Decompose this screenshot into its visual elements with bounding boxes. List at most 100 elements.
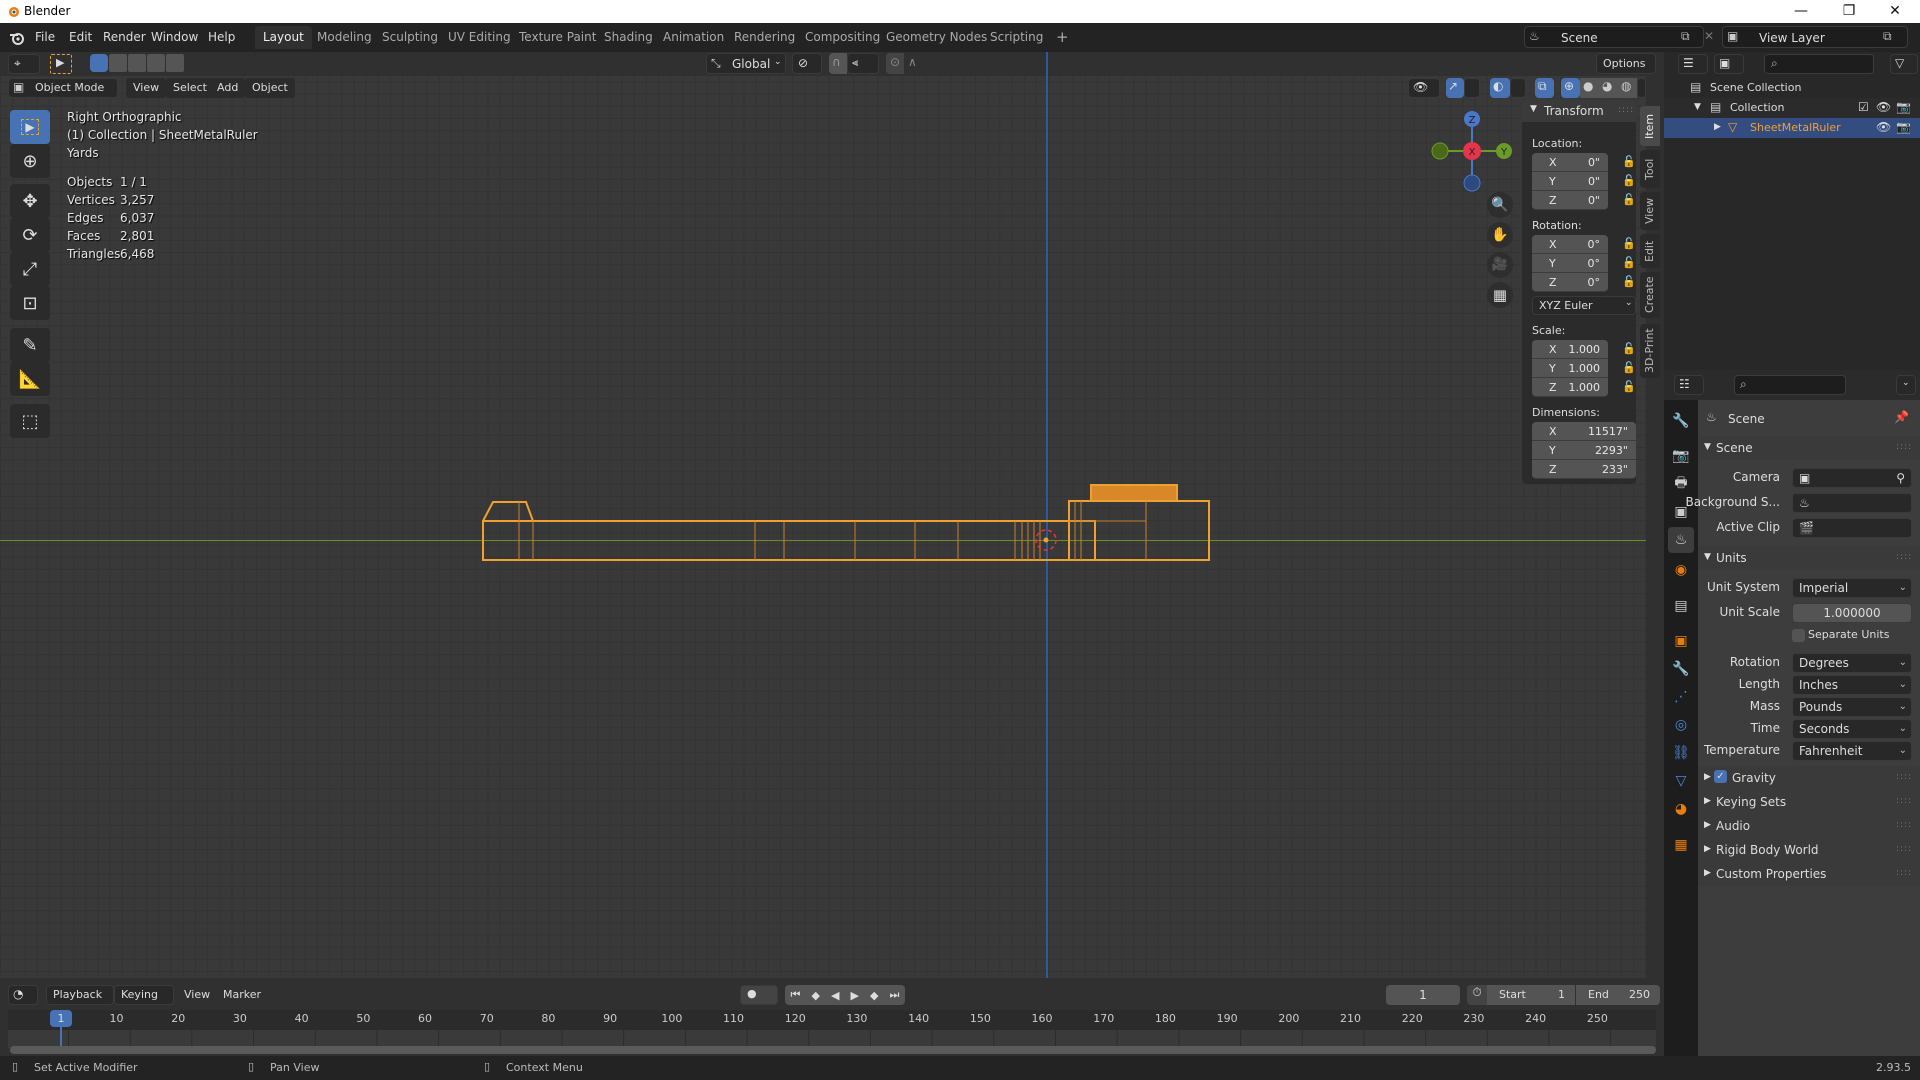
tab-animation[interactable]: Animation: [655, 26, 732, 49]
outliner-row-collection[interactable]: ▼ ▤ Collection ☑ 👁 📷: [1664, 98, 1920, 118]
editor-type-button[interactable]: ⌖: [8, 54, 40, 74]
playhead-frame-indicator[interactable]: 1: [50, 1010, 72, 1027]
sidebar-tab-3d-print[interactable]: 3D-Print: [1640, 324, 1660, 378]
exclude-checkbox[interactable]: ☑: [1858, 100, 1869, 114]
visibility-dropdown[interactable]: 👁: [1408, 78, 1440, 98]
sheet-metal-ruler-object[interactable]: [470, 470, 1230, 570]
scale-z-field[interactable]: Z 1.000: [1532, 378, 1608, 397]
snap-toggle[interactable]: ∩: [829, 53, 847, 74]
sidebar-tab-create[interactable]: Create: [1640, 272, 1660, 318]
lock-scale-z-icon[interactable]: 🔓: [1622, 380, 1636, 393]
camera-view-button[interactable]: 🎥: [1487, 252, 1513, 278]
delete-scene-icon[interactable]: ✕: [1704, 29, 1714, 43]
dimensions-x-field[interactable]: X 11517": [1532, 422, 1636, 441]
viewport-menu-object[interactable]: Object: [245, 78, 295, 98]
rotation-y-field[interactable]: Y 0°: [1532, 254, 1608, 273]
gravity-panel-header[interactable]: ▶ ✓ Gravity ::::: [1698, 766, 1920, 790]
audio-panel-header[interactable]: ▶ Audio ::::: [1698, 814, 1920, 838]
rotation-x-field[interactable]: X 0°: [1532, 235, 1608, 254]
tool-transform[interactable]: ⊡: [10, 286, 50, 320]
close-button[interactable]: ✕: [1872, 0, 1918, 23]
end-frame-field[interactable]: End 250: [1576, 985, 1660, 1005]
outliner-display-mode-button[interactable]: ☰: [1678, 54, 1708, 74]
menu-window[interactable]: Window: [144, 27, 205, 47]
keying-menu[interactable]: Keying: [114, 985, 174, 1005]
dimensions-y-field[interactable]: Y 2293": [1532, 441, 1636, 460]
drag-handle-icon[interactable]: ::::: [1896, 868, 1912, 878]
tab-texture-paint[interactable]: Texture Paint: [511, 26, 604, 49]
proportional-edit-toggle[interactable]: ⊙: [886, 53, 904, 74]
timeline-menu-view[interactable]: View: [177, 985, 217, 1005]
mode-dropdown[interactable]: ▣ Object Mode: [8, 78, 118, 98]
tab-material-properties[interactable]: ◕: [1668, 796, 1694, 822]
scene-selector[interactable]: ♨ Scene ⧉: [1524, 26, 1704, 48]
outliner-filter-layer-button[interactable]: ▣: [1714, 54, 1744, 74]
properties-options-dropdown[interactable]: ⌄: [1896, 375, 1916, 395]
xray-toggle[interactable]: ⧉: [1535, 78, 1554, 98]
zoom-view-button[interactable]: 🔍: [1487, 192, 1513, 218]
rotation-mode-dropdown[interactable]: XYZ Euler ⌄: [1532, 296, 1636, 315]
lock-rotation-y-icon[interactable]: 🔓: [1622, 256, 1636, 269]
timeline-scrollbar[interactable]: [10, 1046, 1656, 1054]
location-z-field[interactable]: Z 0": [1532, 191, 1608, 210]
pan-view-button[interactable]: ✋: [1487, 222, 1513, 248]
mass-dropdown[interactable]: Pounds ⌄: [1792, 697, 1912, 717]
tool-select-box[interactable]: ▶: [10, 110, 50, 144]
menu-help[interactable]: Help: [201, 27, 242, 47]
lock-scale-y-icon[interactable]: 🔓: [1622, 361, 1636, 374]
render-camera-icon[interactable]: 📷: [1896, 120, 1911, 134]
tool-measure[interactable]: 📐: [10, 362, 50, 396]
tab-layout[interactable]: Layout: [255, 26, 312, 49]
shading-rendered-button[interactable]: ◍: [1618, 78, 1637, 98]
tool-add-cube[interactable]: ⬚: [10, 404, 50, 438]
drag-handle-icon[interactable]: ::::: [1896, 772, 1912, 782]
eye-icon[interactable]: 👁: [1876, 100, 1891, 114]
transform-orientation-dropdown[interactable]: ⤡ Global ⌄: [706, 53, 786, 74]
tab-shading[interactable]: Shading: [596, 26, 661, 49]
select-mode-invert-button[interactable]: [147, 54, 165, 72]
select-tool-button[interactable]: ▶: [50, 54, 72, 74]
outliner-row-sheetmetalruler[interactable]: ▶ ▽ SheetMetalRuler 👁 📷: [1664, 118, 1920, 138]
length-dropdown[interactable]: Inches ⌄: [1792, 675, 1912, 695]
time-dropdown[interactable]: Seconds ⌄: [1792, 719, 1912, 739]
tab-modeling[interactable]: Modeling: [309, 26, 380, 49]
shading-wireframe-button[interactable]: ⊕: [1561, 78, 1580, 98]
tool-cursor[interactable]: ⊕: [10, 144, 50, 178]
lock-location-x-icon[interactable]: 🔓: [1622, 155, 1636, 168]
keying-sets-panel-header[interactable]: ▶ Keying Sets ::::: [1698, 790, 1920, 814]
lock-rotation-x-icon[interactable]: 🔓: [1622, 237, 1636, 250]
drag-handle-icon[interactable]: ::::: [1896, 442, 1912, 452]
tab-texture-properties[interactable]: ▦: [1668, 832, 1694, 858]
properties-search-input[interactable]: ⌕: [1734, 375, 1846, 395]
eye-icon[interactable]: 👁: [1876, 120, 1891, 134]
rotation-units-dropdown[interactable]: Degrees ⌄: [1792, 653, 1912, 673]
select-mode-new-button[interactable]: [90, 54, 108, 72]
gravity-checkbox[interactable]: ✓: [1714, 770, 1727, 783]
tab-object-properties[interactable]: ▣: [1668, 628, 1694, 654]
view-layer-selector[interactable]: ▣ View Layer ⧉: [1722, 26, 1908, 48]
rigid-body-world-panel-header[interactable]: ▶ Rigid Body World ::::: [1698, 838, 1920, 862]
location-y-field[interactable]: Y 0": [1532, 172, 1608, 191]
sidebar-tab-view[interactable]: View: [1640, 192, 1660, 230]
unit-scale-field[interactable]: 1.000000: [1792, 603, 1912, 623]
prev-keyframe-button[interactable]: ◆: [811, 989, 819, 1002]
gizmo-toggle[interactable]: ↗: [1446, 78, 1464, 98]
tab-uv-editing[interactable]: UV Editing: [440, 26, 519, 49]
minimize-button[interactable]: —: [1778, 0, 1824, 23]
custom-properties-panel-header[interactable]: ▶ Custom Properties ::::: [1698, 862, 1920, 886]
rotation-z-field[interactable]: Z 0°: [1532, 273, 1608, 292]
location-x-field[interactable]: X 0": [1532, 153, 1608, 172]
lock-rotation-z-icon[interactable]: 🔓: [1622, 275, 1636, 288]
active-clip-field[interactable]: 🎬: [1792, 518, 1912, 538]
drag-handle-icon[interactable]: ::::: [1896, 796, 1912, 806]
sidebar-tab-item[interactable]: Item: [1640, 106, 1660, 146]
drag-handle-icon[interactable]: ::::: [1896, 820, 1912, 830]
tab-data-properties[interactable]: ▽: [1668, 768, 1694, 794]
expand-arrow-icon[interactable]: ▼: [1694, 102, 1701, 112]
camera-field[interactable]: ▣ ⚲: [1792, 468, 1912, 488]
shading-material-button[interactable]: ◕: [1599, 78, 1618, 98]
start-frame-field[interactable]: Start 1: [1487, 985, 1575, 1005]
tool-annotate[interactable]: ✎: [10, 328, 50, 362]
jump-end-button[interactable]: ⏭: [890, 988, 900, 1002]
options-dropdown[interactable]: Options: [1596, 53, 1656, 74]
